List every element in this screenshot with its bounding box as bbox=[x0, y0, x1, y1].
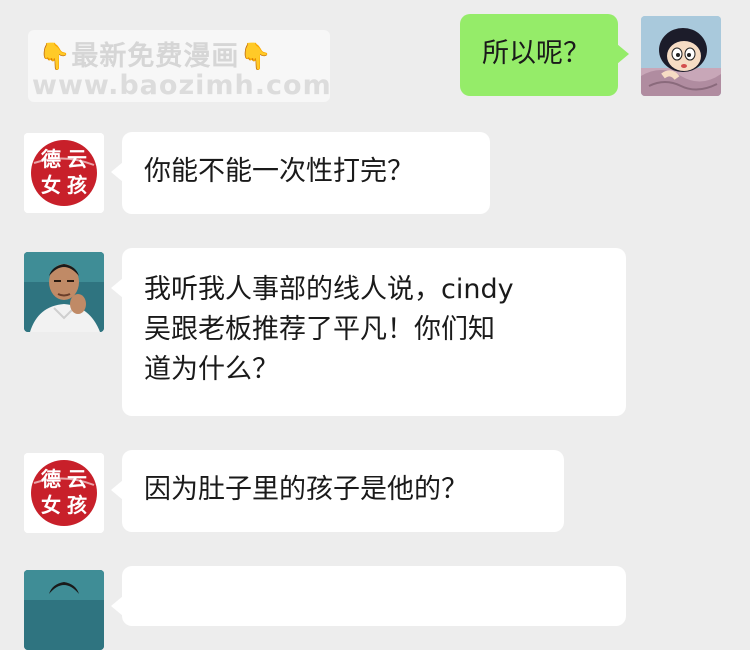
message-bubble-outgoing[interactable]: 所以呢？ bbox=[460, 14, 629, 96]
avatar-deyun-girl[interactable]: 德 云 女 孩 bbox=[24, 133, 104, 213]
seal-char: 德 bbox=[41, 467, 61, 491]
message-bubble-incoming[interactable]: 因为肚子里的孩子是他的？ bbox=[111, 450, 564, 532]
cartoon-girl-icon bbox=[641, 16, 721, 96]
message-text: 所以呢？ bbox=[482, 38, 590, 69]
message-line: 吴跟老板推荐了平凡！你们知 bbox=[144, 314, 495, 345]
message-line: 我听我人事部的线人说，cindy bbox=[144, 274, 514, 305]
message-bubble-incoming[interactable]: 我听我人事部的线人说，cindy 吴跟老板推荐了平凡！你们知 道为什么？ bbox=[111, 248, 626, 416]
message-text-block: 我听我人事部的线人说，cindy 吴跟老板推荐了平凡！你们知 道为什么？ bbox=[144, 270, 514, 390]
message-bubble-incoming[interactable] bbox=[111, 566, 626, 626]
seal-char: 孩 bbox=[67, 493, 87, 517]
message-line: 道为什么？ bbox=[144, 354, 279, 385]
seal-char: 云 bbox=[67, 147, 87, 171]
message-text: 你能不能一次性打完？ bbox=[144, 156, 414, 187]
seal-char: 云 bbox=[67, 467, 87, 491]
pointing-hand-icon: 👇 bbox=[38, 42, 72, 72]
deyun-seal-text: 德 云 女 孩 bbox=[38, 467, 90, 519]
man-photo-icon bbox=[24, 252, 104, 332]
avatar-cartoon-girl[interactable] bbox=[641, 16, 721, 96]
seal-char: 德 bbox=[41, 147, 61, 171]
watermark: 👇最新免费漫画👇 www.baozimh.com bbox=[28, 30, 332, 102]
watermark-title-row: 👇最新免费漫画👇 bbox=[38, 34, 273, 73]
deyun-seal-text: 德 云 女 孩 bbox=[38, 147, 90, 199]
message-bubble-incoming[interactable]: 你能不能一次性打完？ bbox=[111, 132, 490, 214]
avatar-deyun-girl[interactable]: 德 云 女 孩 bbox=[24, 453, 104, 533]
avatar-man-photo[interactable] bbox=[24, 570, 104, 650]
message-text: 因为肚子里的孩子是他的？ bbox=[144, 474, 468, 505]
seal-char: 孩 bbox=[67, 173, 87, 197]
watermark-title: 最新免费漫画 bbox=[71, 41, 240, 72]
man-photo-icon bbox=[24, 570, 104, 650]
seal-char: 女 bbox=[41, 493, 61, 517]
pointing-hand-icon: 👇 bbox=[239, 42, 273, 72]
seal-char: 女 bbox=[41, 173, 61, 197]
avatar-man-photo[interactable] bbox=[24, 252, 104, 332]
watermark-url: www.baozimh.com bbox=[32, 70, 332, 101]
